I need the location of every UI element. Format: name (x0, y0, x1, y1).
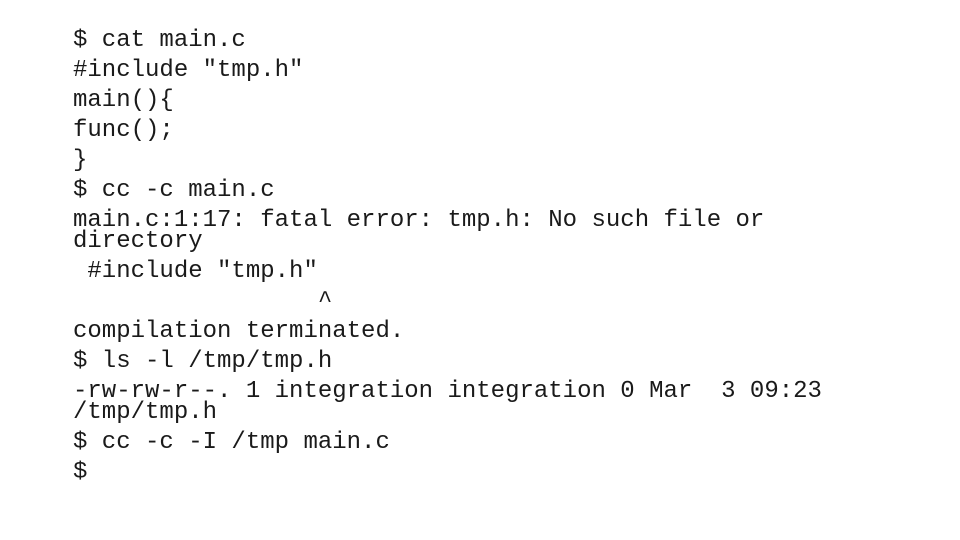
compilation-terminated: compilation terminated. (73, 318, 405, 345)
command-compile: $ cc -c main.c (73, 177, 275, 204)
error-source-line: #include "tmp.h" (73, 258, 318, 285)
error-message-wrap: directory (73, 228, 203, 255)
command-compile-include: $ cc -c -I /tmp main.c (73, 429, 390, 456)
command-cat: $ cat main.c (73, 27, 246, 54)
file-line-close-brace: } (73, 147, 88, 174)
ls-output-wrap: /tmp/tmp.h (73, 399, 218, 426)
error-caret: ^ (73, 288, 333, 315)
command-ls: $ ls -l /tmp/tmp.h (73, 348, 333, 375)
file-line-include: #include "tmp.h" (73, 57, 304, 84)
file-line-main: main(){ (73, 87, 174, 114)
shell-prompt[interactable]: $ (73, 461, 87, 485)
file-line-func: func(); (73, 117, 174, 144)
